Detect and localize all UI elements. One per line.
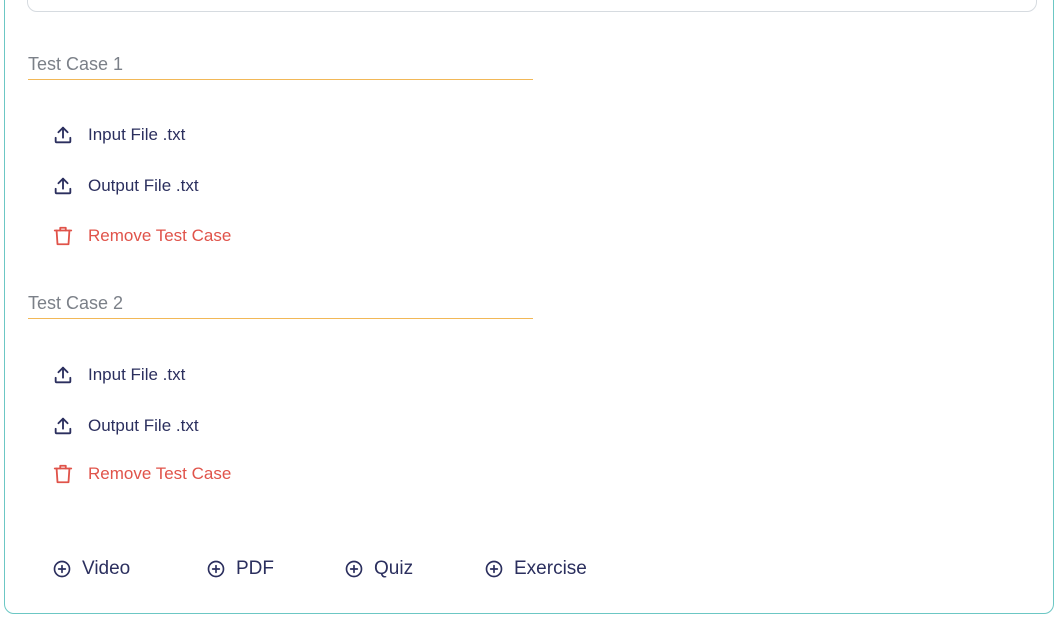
- remove-test-case-button[interactable]: Remove Test Case: [52, 463, 231, 485]
- plus-circle-icon: [206, 559, 226, 579]
- test-case-title: Test Case 2: [28, 293, 533, 319]
- upload-icon: [52, 124, 74, 146]
- upload-icon: [52, 415, 74, 437]
- remove-test-case-label: Remove Test Case: [88, 226, 232, 245]
- upload-output-label: Output File .txt: [88, 176, 199, 195]
- test-case-2: Test Case 2: [28, 293, 533, 319]
- add-exercise-label: Exercise: [514, 558, 587, 579]
- remove-test-case-label: Remove Test Case: [88, 464, 232, 483]
- upload-icon: [52, 364, 74, 386]
- top-input-field[interactable]: [27, 0, 1037, 12]
- add-quiz-label: Quiz: [374, 558, 414, 579]
- upload-output-file-button[interactable]: Output File .txt: [52, 175, 199, 197]
- trash-icon: [52, 225, 74, 247]
- plus-circle-icon: [484, 559, 504, 579]
- upload-input-label: Input File .txt: [88, 365, 186, 384]
- upload-input-label: Input File .txt: [88, 125, 186, 144]
- add-video-button[interactable]: Video: [52, 558, 130, 580]
- test-case-1: Test Case 1: [28, 54, 533, 80]
- test-case-title: Test Case 1: [28, 54, 533, 80]
- upload-output-file-button[interactable]: Output File .txt: [52, 415, 199, 437]
- add-pdf-button[interactable]: PDF: [206, 558, 274, 580]
- trash-icon: [52, 463, 74, 485]
- upload-input-file-button[interactable]: Input File .txt: [52, 124, 185, 146]
- add-video-label: Video: [82, 558, 131, 579]
- plus-circle-icon: [344, 559, 364, 579]
- add-quiz-button[interactable]: Quiz: [344, 558, 413, 580]
- plus-circle-icon: [52, 559, 72, 579]
- remove-test-case-button[interactable]: Remove Test Case: [52, 225, 231, 247]
- upload-icon: [52, 175, 74, 197]
- add-exercise-button[interactable]: Exercise: [484, 558, 587, 580]
- upload-output-label: Output File .txt: [88, 416, 199, 435]
- upload-input-file-button[interactable]: Input File .txt: [52, 364, 185, 386]
- add-pdf-label: PDF: [236, 558, 274, 579]
